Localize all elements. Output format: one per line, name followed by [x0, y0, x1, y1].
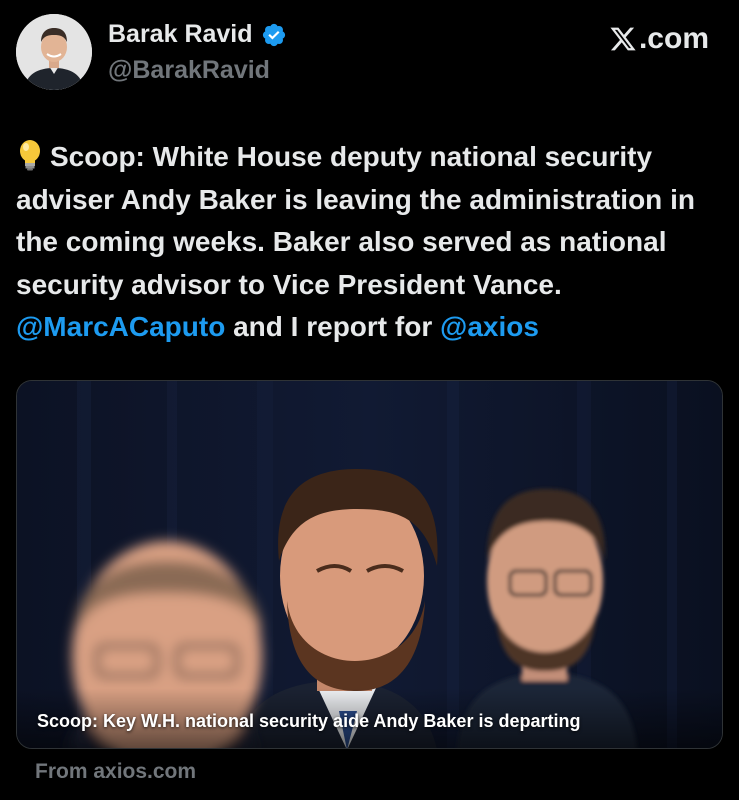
tweet-text: Scoop: White House deputy national secur… [16, 136, 728, 349]
tweet-text-intro: Scoop: White House deputy national secur… [16, 141, 695, 300]
card-source[interactable]: From axios.com [35, 760, 196, 784]
card-headline: Scoop: Key W.H. national security aide A… [37, 711, 581, 731]
tweet-screenshot: Barak Ravid @BarakRavid .com Scoop: Whit… [0, 0, 739, 800]
verified-badge-icon [262, 23, 285, 46]
x-brand: .com [609, 22, 709, 56]
brand-domain: .com [638, 22, 709, 55]
link-preview-card[interactable]: Scoop: Key W.H. national security aide A… [16, 380, 723, 749]
author-handle[interactable]: @BarakRavid [108, 56, 270, 85]
light-bulb-icon [20, 140, 40, 171]
avatar-photo [16, 14, 92, 90]
author-avatar[interactable] [16, 14, 92, 90]
mention-axios[interactable]: @axios [440, 311, 539, 342]
author-name[interactable]: Barak Ravid [108, 20, 287, 49]
tweet-text-mid: and I report for [225, 311, 441, 342]
x-logo-icon [610, 27, 636, 51]
mention-marcacaputo[interactable]: @MarcACaputo [16, 311, 225, 342]
author-name-text: Barak Ravid [108, 20, 253, 48]
